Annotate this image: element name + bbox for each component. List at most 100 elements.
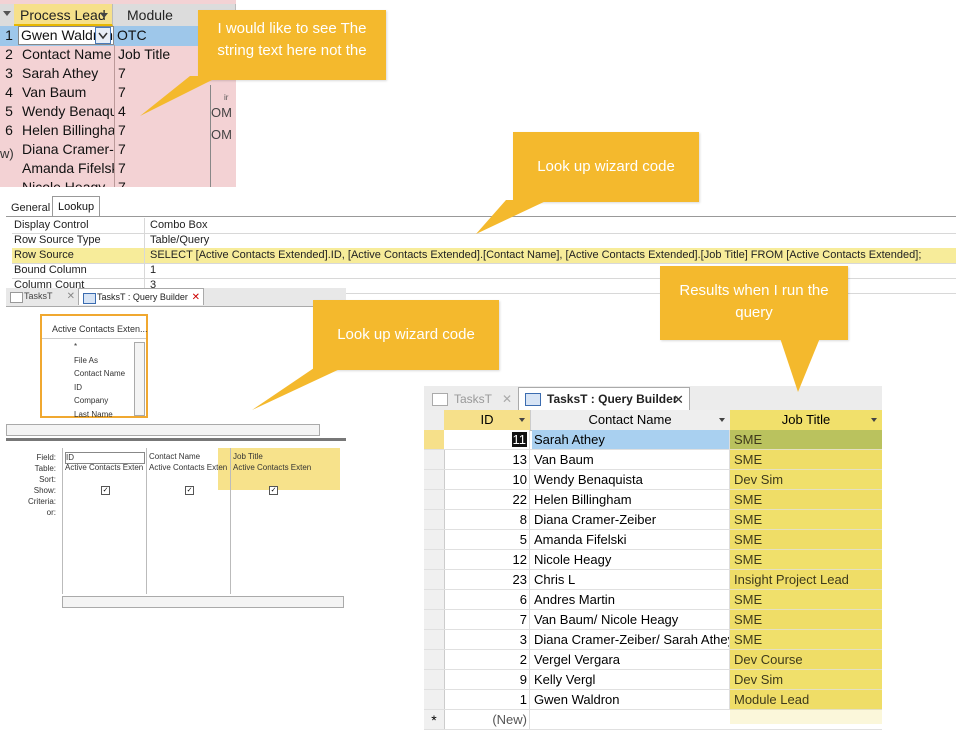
show-checkbox[interactable]: ✓ <box>185 486 194 495</box>
table-row[interactable]: 22 Helen Billingham SME <box>424 490 882 510</box>
field-item[interactable]: ID <box>74 383 82 392</box>
row-job-title[interactable]: Module Lead <box>730 690 882 709</box>
field-item[interactable]: Last Name <box>74 410 113 419</box>
show-checkbox[interactable]: ✓ <box>101 486 110 495</box>
row-job-title[interactable]: SME <box>730 430 882 449</box>
table-row[interactable]: 5 Amanda Fifelski SME <box>424 530 882 550</box>
grid-table[interactable]: Active Contacts Exten <box>65 463 145 472</box>
horizontal-scrollbar[interactable] <box>6 424 320 436</box>
close-icon[interactable]: ✕ <box>673 388 684 411</box>
row-job-title[interactable]: SME <box>730 610 882 629</box>
grid-field[interactable]: Contact Name <box>149 452 227 462</box>
close-icon[interactable]: ✕ <box>502 388 512 410</box>
record-selector[interactable] <box>424 490 445 509</box>
row-contact-name[interactable]: Diana Cramer-Zeiber/ Sarah Athey <box>532 630 730 649</box>
record-selector[interactable] <box>424 550 445 569</box>
row-job-title[interactable]: SME <box>730 630 882 649</box>
row-job-title[interactable]: SME <box>730 550 882 569</box>
column-header-process-lead[interactable]: Process Lead <box>14 4 113 26</box>
table-row[interactable]: 9 Kelly Vergl Dev Sim <box>424 670 882 690</box>
table-row[interactable]: 10 Wendy Benaquista Dev Sim <box>424 470 882 490</box>
field-item[interactable]: File As <box>74 356 98 365</box>
grid-field[interactable]: Job Title <box>233 452 311 462</box>
record-selector[interactable] <box>424 530 445 549</box>
row-id[interactable]: 9 <box>444 670 530 689</box>
row-job-title[interactable]: Dev Sim <box>730 470 882 489</box>
close-icon[interactable]: ✕ <box>192 289 200 306</box>
tab-query-builder[interactable]: TasksT : Query Builder ✕ <box>518 387 690 410</box>
dropdown-row[interactable]: Diana Cramer-Zeiber 7 <box>0 140 236 159</box>
row-id[interactable]: 2 <box>444 650 530 669</box>
record-selector[interactable] <box>424 670 445 689</box>
row-id[interactable]: 5 <box>444 530 530 549</box>
row-id[interactable]: 8 <box>444 510 530 529</box>
row-contact-name[interactable]: Amanda Fifelski <box>532 530 730 549</box>
select-all-corner[interactable] <box>424 410 445 430</box>
row-id[interactable]: 13 <box>444 450 530 469</box>
grid-column[interactable]: Contact Name Active Contacts Exten ✓ <box>146 448 230 594</box>
table-row[interactable]: 2 Vergel Vergara Dev Course <box>424 650 882 670</box>
row-job-title[interactable]: SME <box>730 450 882 469</box>
column-header-job-title[interactable]: Job Title <box>730 410 882 430</box>
record-selector[interactable] <box>424 570 445 589</box>
tab-taskst[interactable]: TasksT ✕ <box>428 388 516 410</box>
tab-lookup[interactable]: Lookup <box>52 196 101 217</box>
filter-arrow-icon[interactable] <box>871 418 877 422</box>
new-record-row[interactable]: * (New) <box>424 710 882 730</box>
column-header-contact-name[interactable]: Contact Name <box>530 410 731 430</box>
record-selector[interactable] <box>424 450 445 469</box>
row-id[interactable]: 23 <box>444 570 530 589</box>
row-contact-name[interactable]: Chris L <box>532 570 730 589</box>
filter-arrow-icon[interactable] <box>519 418 525 422</box>
record-selector[interactable] <box>424 430 445 449</box>
row-contact-name[interactable]: Diana Cramer-Zeiber <box>532 510 730 529</box>
close-icon[interactable]: ✕ <box>67 288 75 305</box>
row-id[interactable]: 7 <box>444 610 530 629</box>
row-contact-name[interactable]: Sarah Athey <box>532 430 730 449</box>
record-selector[interactable] <box>424 510 445 529</box>
table-row[interactable]: 1 Gwen Waldron Module Lead <box>424 690 882 710</box>
dropdown-row[interactable]: Nicole Heagy 7 <box>0 178 236 187</box>
record-selector[interactable]: * <box>424 710 445 729</box>
record-selector[interactable] <box>424 610 445 629</box>
row-job-title[interactable]: Insight Project Lead <box>730 570 882 589</box>
row-id[interactable]: 6 <box>444 590 530 609</box>
filter-arrow-icon[interactable] <box>100 13 108 18</box>
row-contact-name[interactable]: Vergel Vergara <box>532 650 730 669</box>
tab-query-builder[interactable]: TasksT : Query Builder ✕ <box>78 288 204 305</box>
row-id[interactable]: 12 <box>444 550 530 569</box>
table-row[interactable]: 6 Andres Martin SME <box>424 590 882 610</box>
grid-column[interactable]: ID Active Contacts Exten ✓ <box>62 448 146 594</box>
combo-dropdown-button[interactable] <box>95 27 111 44</box>
row-contact-name[interactable]: Wendy Benaquista <box>532 470 730 489</box>
row-id[interactable]: 10 <box>444 470 530 489</box>
row-id[interactable]: 3 <box>444 630 530 649</box>
table-row[interactable]: 13 Van Baum SME <box>424 450 882 470</box>
row-contact-name[interactable]: Van Baum <box>532 450 730 469</box>
select-all-corner[interactable] <box>0 4 15 26</box>
grid-column[interactable]: Job Title Active Contacts Exten ✓ <box>230 448 314 594</box>
row-job-title[interactable]: SME <box>730 490 882 509</box>
grid-table[interactable]: Active Contacts Exten <box>233 463 313 472</box>
tab-taskst[interactable]: TasksT ✕ <box>6 288 78 305</box>
dropdown-row[interactable]: 6 Helen Billingham 7 <box>0 121 236 140</box>
filter-arrow-icon[interactable] <box>719 418 725 422</box>
record-selector[interactable] <box>424 590 445 609</box>
dropdown-row[interactable]: Amanda Fifelski 7 <box>0 159 236 178</box>
field-item[interactable]: * <box>74 342 77 351</box>
property-row[interactable]: Row Source SELECT [Active Contacts Exten… <box>12 248 956 264</box>
table-row[interactable]: 12 Nicole Heagy SME <box>424 550 882 570</box>
splitter[interactable] <box>6 438 346 441</box>
tab-general[interactable]: General <box>8 200 53 217</box>
row-id[interactable]: 1 <box>444 690 530 709</box>
table-row[interactable]: 23 Chris L Insight Project Lead <box>424 570 882 590</box>
row-job-title[interactable]: SME <box>730 530 882 549</box>
row-job-title[interactable]: Dev Course <box>730 650 882 669</box>
row-job-title[interactable]: SME <box>730 590 882 609</box>
column-header-id[interactable]: ID <box>444 410 531 430</box>
table-row[interactable]: 3 Diana Cramer-Zeiber/ Sarah Athey SME <box>424 630 882 650</box>
table-row[interactable]: 11 Sarah Athey SME <box>424 430 882 450</box>
row-job-title[interactable]: Dev Sim <box>730 670 882 689</box>
table-row[interactable]: 7 Van Baum/ Nicole Heagy SME <box>424 610 882 630</box>
field-list-scrollbar[interactable] <box>134 342 145 416</box>
